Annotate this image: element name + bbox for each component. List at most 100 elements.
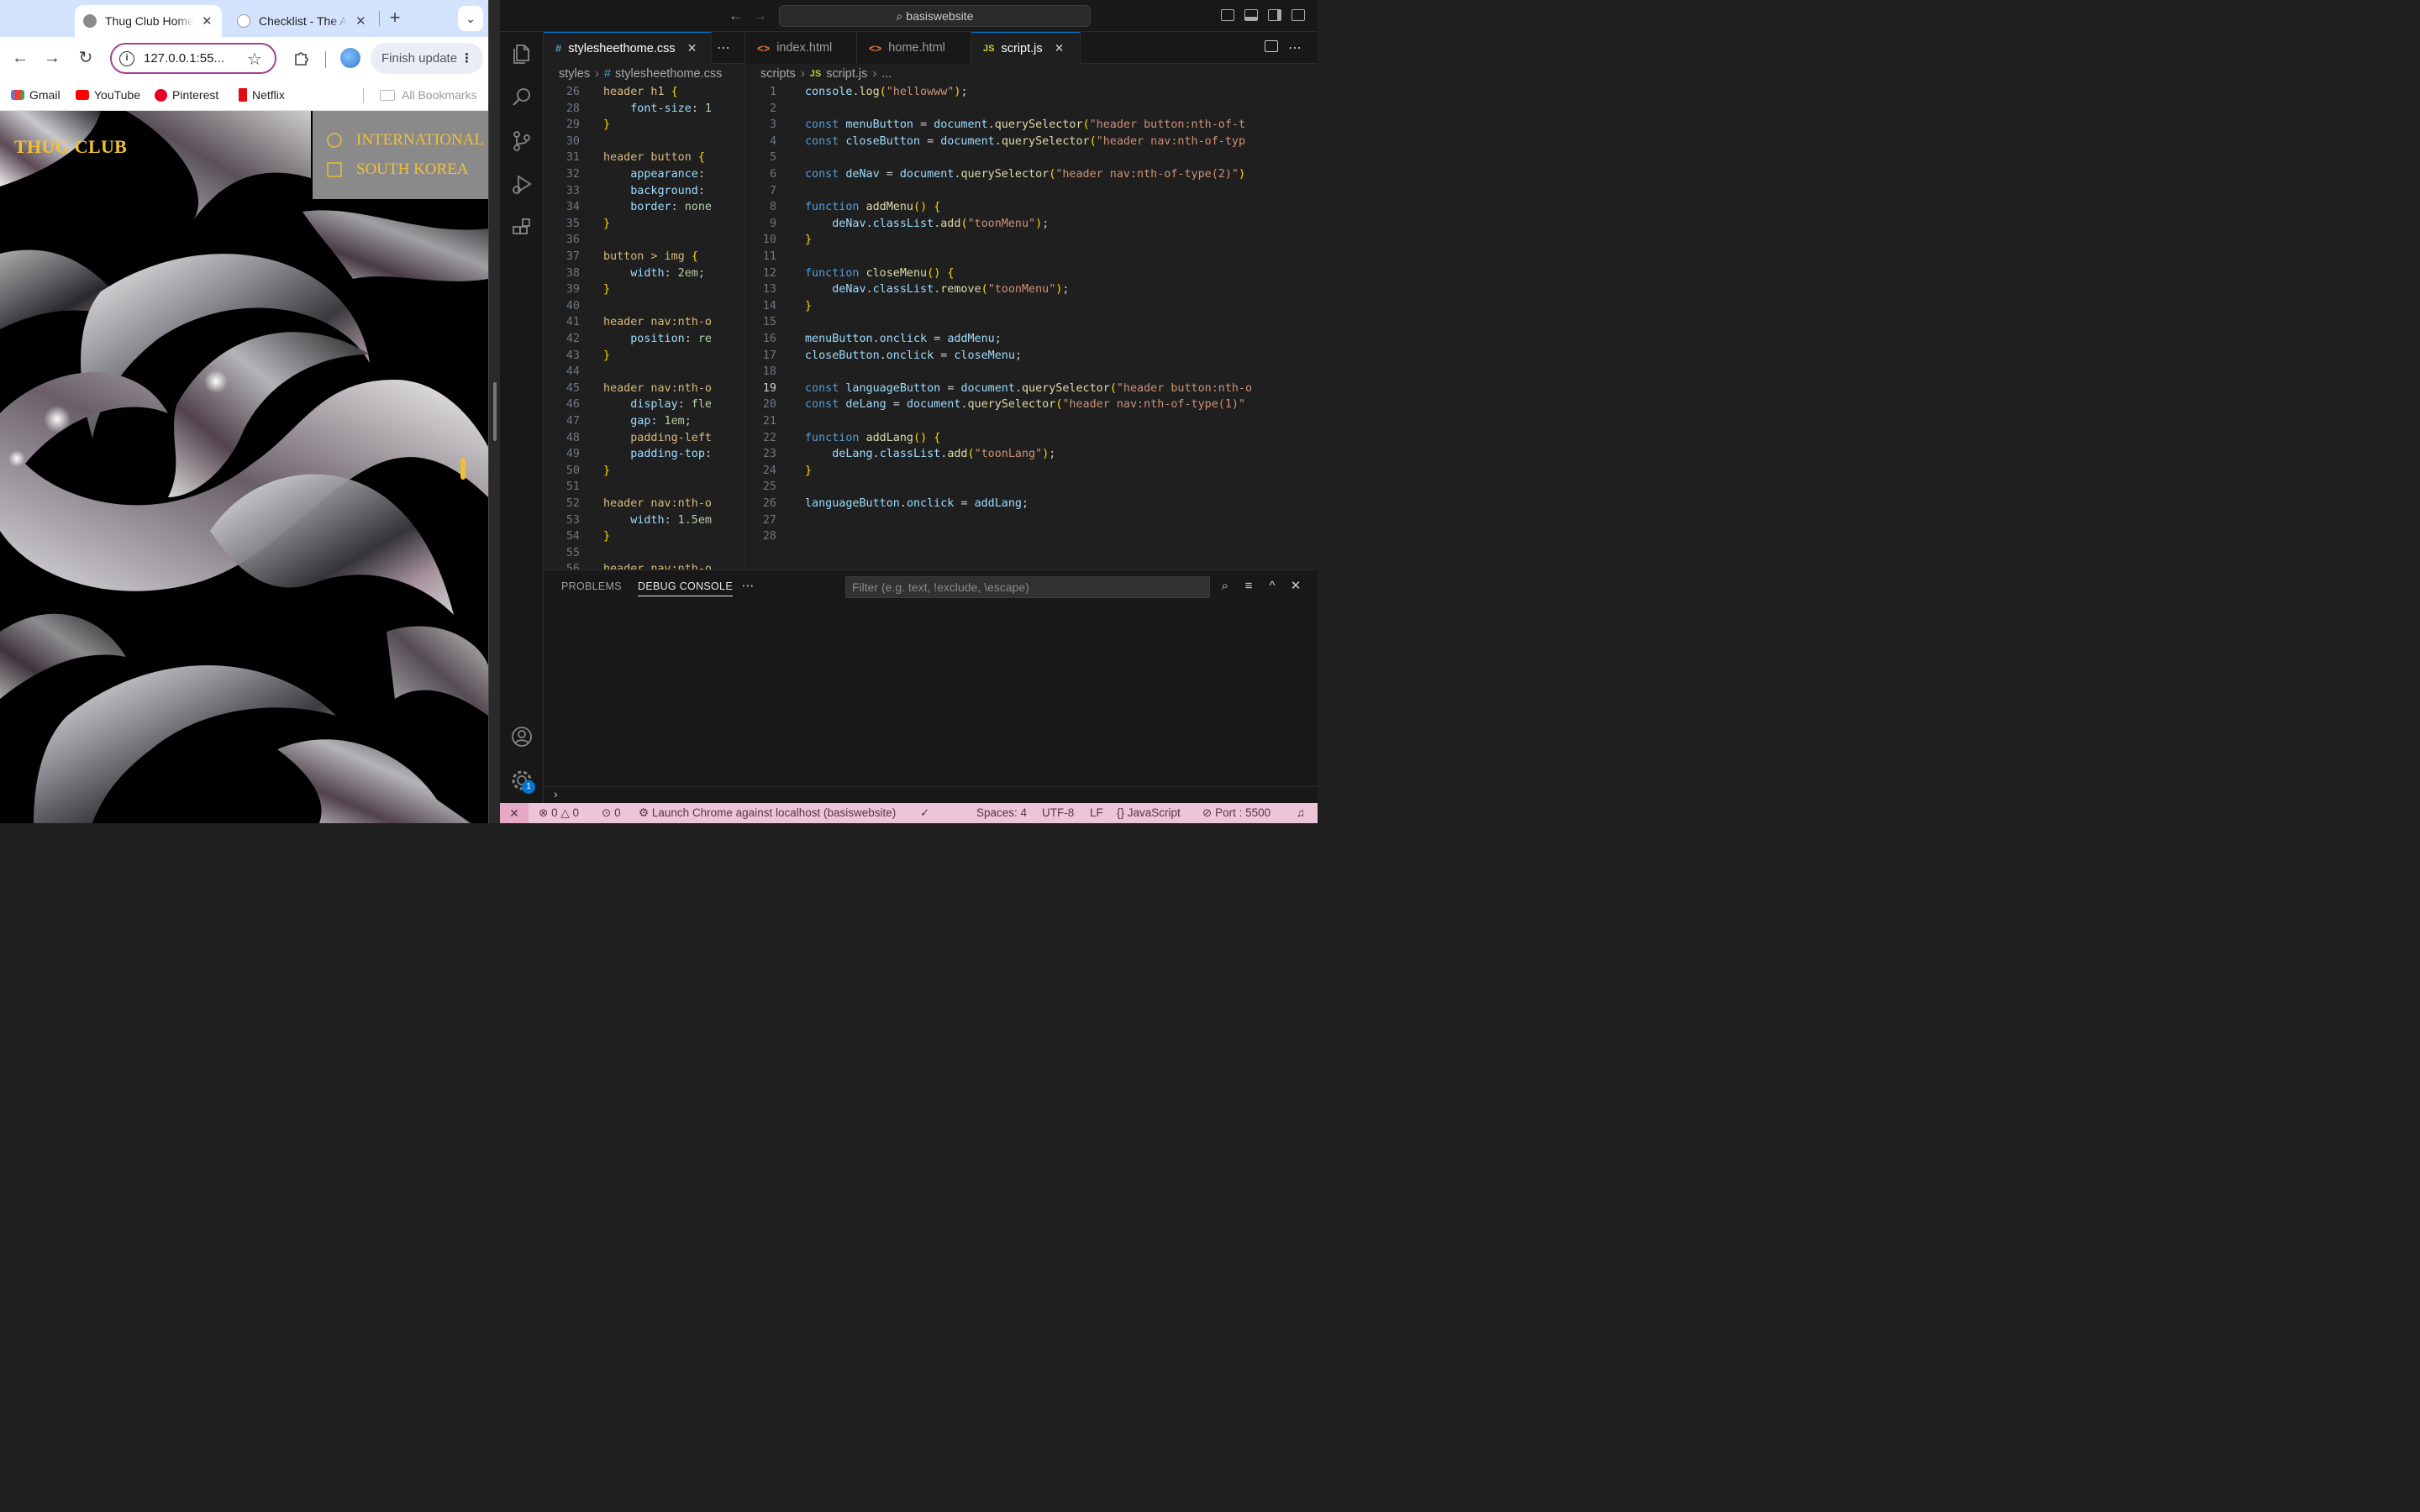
line-number: 9	[769, 217, 776, 230]
line-number: 28	[762, 530, 776, 543]
more-actions-icon[interactable]: ⋯	[740, 579, 755, 594]
warning-icon: △	[560, 806, 573, 819]
eol-status[interactable]: LF	[1090, 806, 1103, 819]
browser-tab-homepage[interactable]: Thug Club Homepage ✕	[75, 5, 222, 37]
scroll-indicator[interactable]	[460, 458, 466, 480]
window-split-divider[interactable]	[488, 0, 500, 823]
search-icon[interactable]	[510, 86, 534, 109]
bookmark-star-icon[interactable]: ☆	[247, 49, 262, 70]
close-tab-icon[interactable]: ✕	[1055, 41, 1065, 55]
tab-index-html[interactable]: <> index.html	[745, 32, 857, 64]
more-actions-icon[interactable]: ⋯	[1288, 39, 1302, 56]
debug-launch-status[interactable]: ⚙ Launch Chrome against localhost (basis…	[639, 806, 896, 820]
tab-script-js[interactable]: JS script.js ✕	[971, 32, 1081, 64]
browser-toolbar: ← → ↻ i 127.0.0.1:55... ☆ Finish update …	[0, 37, 488, 81]
warning-count: 0	[572, 806, 579, 819]
code-text: function addMenu() {	[805, 201, 941, 214]
search-icon: ⌕	[896, 9, 907, 23]
line-number: 14	[762, 299, 776, 312]
bookmark-pinterest[interactable]: Pinterest	[155, 88, 218, 102]
divider-grip[interactable]	[493, 382, 497, 441]
customize-layout-icon[interactable]	[1292, 9, 1305, 21]
braces-icon: {}	[1117, 806, 1128, 819]
bookmark-label: Gmail	[29, 88, 60, 102]
more-actions-icon[interactable]: ⋯	[717, 39, 730, 56]
accounts-icon[interactable]	[510, 725, 534, 748]
no-entry-icon: ⊘	[1202, 806, 1216, 819]
site-title[interactable]: THUG CLUB	[14, 136, 127, 158]
all-bookmarks-button[interactable]: All Bookmarks	[380, 88, 476, 102]
toggle-panel-icon[interactable]	[1244, 9, 1258, 21]
profile-avatar[interactable]	[340, 48, 360, 68]
tab-strip: Thug Club Homepage ✕ Checklist - The Art…	[0, 0, 488, 37]
finish-update-label: Finish update	[381, 51, 458, 66]
close-tab-icon[interactable]: ✕	[201, 13, 213, 29]
close-panel-icon[interactable]: ✕	[1288, 579, 1303, 594]
site-info-icon[interactable]: i	[119, 51, 134, 66]
code-text: function closeMenu() {	[805, 266, 955, 280]
tab-problems[interactable]: PROBLEMS	[561, 580, 622, 592]
editor-tabs: <> index.html <> home.html JS script.js …	[745, 32, 1318, 64]
encoding-status[interactable]: UTF-8	[1042, 806, 1074, 819]
tab-stylesheethome-css[interactable]: # stylesheethome.css ✕	[544, 32, 712, 64]
breadcrumb-file[interactable]: stylesheethome.css	[615, 67, 722, 81]
breadcrumb-folder[interactable]: scripts	[760, 67, 796, 81]
browser-tab-checklist[interactable]: Checklist - The Art ✕	[229, 5, 376, 37]
indentation-status[interactable]: Spaces: 4	[976, 806, 1027, 819]
toggle-primary-sidebar-icon[interactable]	[1221, 9, 1234, 21]
tab-search-button[interactable]: ⌄	[458, 6, 483, 31]
breadcrumb-file[interactable]: script.js	[826, 67, 867, 81]
debug-console-filter-input[interactable]	[845, 576, 1210, 598]
notifications-bell-icon[interactable]: ♫	[1297, 806, 1305, 819]
bookmarks-divider	[363, 88, 364, 103]
new-tab-button[interactable]: +	[385, 8, 405, 29]
tab-divider	[379, 11, 380, 26]
reload-button[interactable]: ↻	[76, 49, 95, 67]
sync-check-icon[interactable]: ✓	[920, 806, 929, 820]
run-debug-icon[interactable]	[510, 173, 534, 197]
title-bar: ← → ⌕ basiswebsite	[500, 0, 1318, 32]
clear-console-icon[interactable]: ≡	[1241, 579, 1256, 594]
menu-dots-icon[interactable]: ⋮	[460, 43, 473, 74]
breadcrumb-symbol[interactable]: ...	[881, 67, 892, 81]
language-option-south-korea[interactable]: SOUTH KOREA	[327, 160, 469, 179]
tab-debug-console[interactable]: DEBUG CONSOLE	[638, 580, 733, 596]
back-button[interactable]: ←	[11, 49, 29, 67]
source-control-icon[interactable]	[510, 129, 534, 153]
code-text: languageButton.onclick = addLang;	[805, 497, 1029, 510]
problems-status[interactable]: ⊗ 0 △ 0	[539, 806, 579, 820]
live-server-status[interactable]: ⊘ Port : 5500	[1202, 806, 1270, 820]
bookmark-netflix[interactable]: Netflix	[239, 88, 285, 102]
go-forward-icon[interactable]: →	[753, 8, 767, 24]
toggle-secondary-sidebar-icon[interactable]	[1268, 9, 1281, 21]
line-number: 16	[762, 333, 776, 345]
address-bar[interactable]: i 127.0.0.1:55... ☆	[110, 43, 276, 74]
close-tab-icon[interactable]: ✕	[355, 13, 367, 29]
finish-update-button[interactable]: Finish update ⋮	[371, 43, 483, 74]
manage-gear-icon[interactable]: 1	[510, 769, 535, 794]
line-number: 1	[769, 86, 776, 98]
bookmark-gmail[interactable]: Gmail	[11, 88, 60, 102]
port-label: Port : 5500	[1215, 806, 1271, 819]
close-tab-icon[interactable]: ✕	[687, 41, 697, 55]
tab-home-html[interactable]: <> home.html	[857, 32, 971, 64]
remote-indicator-icon[interactable]: ✕	[500, 803, 529, 823]
ports-status[interactable]: ⊙ 0	[602, 806, 621, 820]
split-editor-icon[interactable]	[1265, 40, 1278, 52]
command-center[interactable]: ⌕ basiswebsite	[779, 5, 1091, 27]
language-mode-status[interactable]: {} JavaScript	[1117, 806, 1181, 819]
language-option-international[interactable]: INTERNATIONAL	[327, 131, 484, 150]
maximize-panel-icon[interactable]: ^	[1265, 579, 1280, 594]
extensions-icon[interactable]	[292, 49, 311, 67]
line-number: 43	[566, 349, 580, 362]
go-back-icon[interactable]: ←	[729, 8, 743, 24]
explorer-icon[interactable]	[510, 42, 534, 66]
tab-label: stylesheethome.css	[568, 41, 676, 55]
line-number: 28	[566, 102, 580, 115]
bookmark-youtube[interactable]: YouTube	[76, 88, 140, 102]
search-icon[interactable]: ⌕	[1218, 579, 1233, 594]
breadcrumb-folder[interactable]: styles	[559, 67, 590, 81]
extensions-icon[interactable]	[510, 217, 534, 240]
forward-button[interactable]: →	[43, 49, 61, 67]
repl-input-chevron-icon[interactable]: ›	[554, 787, 558, 801]
